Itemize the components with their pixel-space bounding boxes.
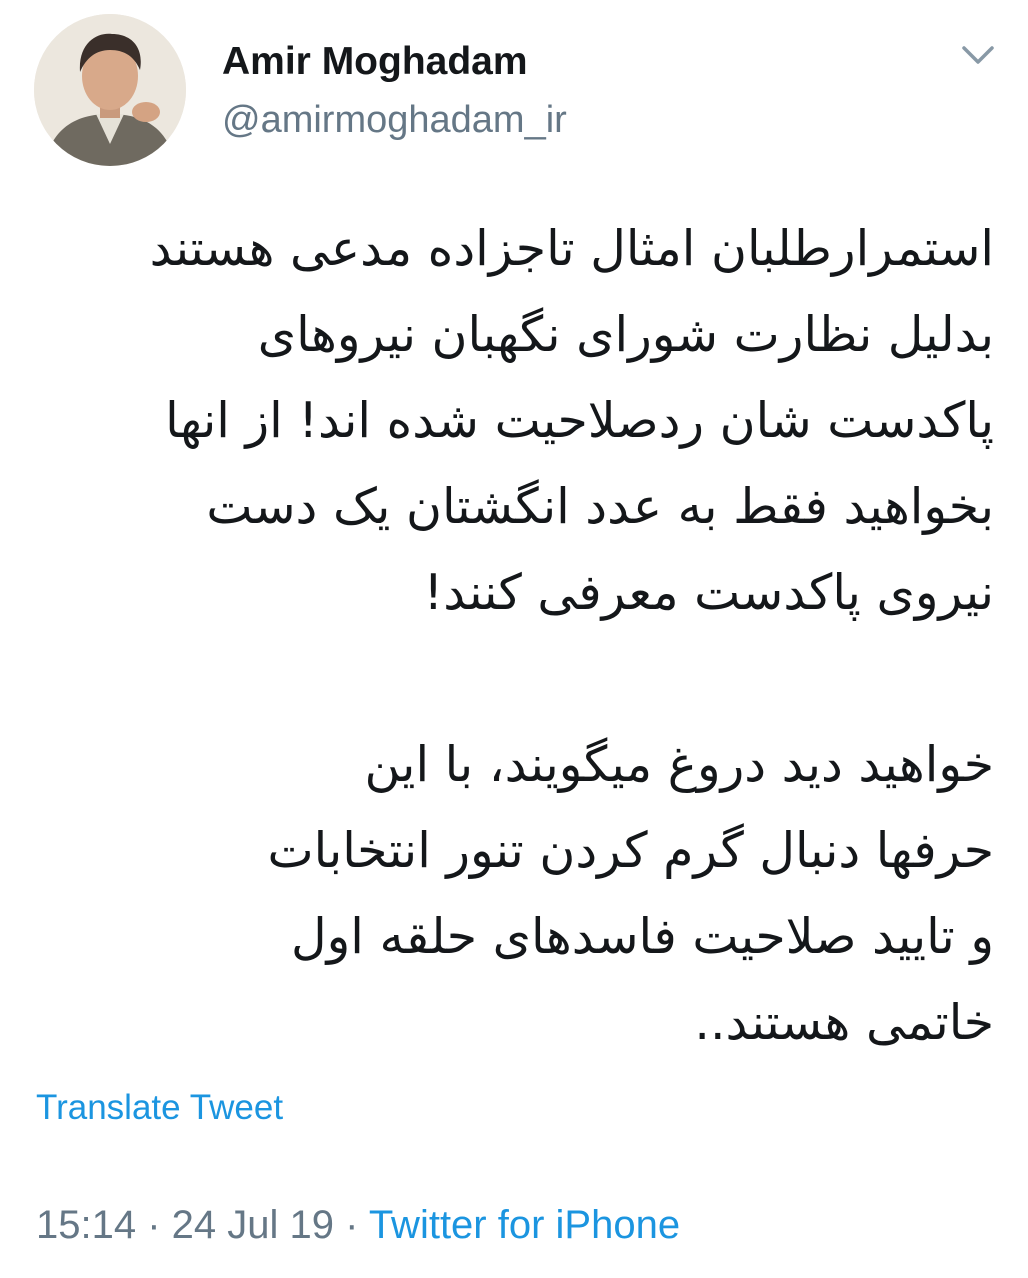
user-handle[interactable]: @amirmoghadam_ir <box>222 96 567 144</box>
paragraph-break <box>40 636 994 722</box>
tweet-date[interactable]: 24 Jul 19 <box>172 1203 334 1247</box>
tweet-line: خواهید دید دروغ میگویند، با این <box>364 736 995 793</box>
avatar[interactable] <box>34 14 186 166</box>
meta-separator: · <box>334 1203 369 1247</box>
translate-tweet-link[interactable]: Translate Tweet <box>36 1086 283 1130</box>
tweet-line: حرفها دنبال گرم کردن تنور انتخابات <box>267 822 994 879</box>
chevron-down-icon[interactable] <box>958 40 998 72</box>
profile-photo <box>34 14 186 166</box>
tweet-line: بخواهید فقط به عدد انگشتان یک دست <box>206 478 994 535</box>
tweet-line: استمرارطلبان امثال تاجزاده مدعی هستند <box>149 220 994 277</box>
tweet-source-link[interactable]: Twitter for iPhone <box>369 1203 680 1247</box>
tweet-line: پاکدست شان ردصلاحیت شده اند! از انها <box>165 392 994 449</box>
tweet-line: نیروی پاکدست معرفی کنند! <box>423 564 994 621</box>
tweet-line: و تایید صلاحیت فاسدهای حلقه اول <box>291 908 994 965</box>
tweet-meta: 15:14 · 24 Jul 19 · Twitter for iPhone <box>36 1200 680 1250</box>
display-name[interactable]: Amir Moghadam <box>222 38 528 86</box>
tweet-text: استمرارطلبان امثال تاجزاده مدعی هستند بد… <box>40 206 994 1066</box>
tweet-line: خاتمی هستند.. <box>694 994 994 1051</box>
tweet-time[interactable]: 15:14 <box>36 1203 136 1247</box>
tweet-line: بدلیل نظارت شورای نگهبان نیروهای <box>257 306 994 363</box>
meta-separator: · <box>136 1203 172 1247</box>
